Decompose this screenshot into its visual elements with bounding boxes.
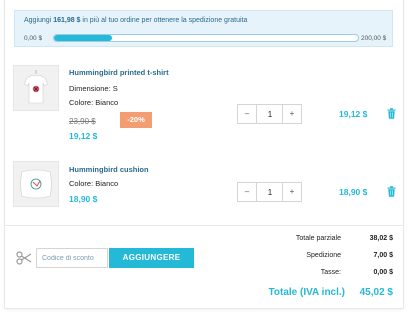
line-total: 19,12 $ [339,109,368,119]
progress-min-label: 0,00 $ [24,35,43,42]
progress-max-label: 200,00 $ [361,35,387,42]
free-shipping-prefix: Aggiungi [24,17,54,24]
divider [5,225,403,226]
shipping-label: Spedizione [306,252,341,259]
unit-price: 19,12 $ [69,131,98,141]
tax-label: Tasse: [320,269,341,276]
free-shipping-progress-bar [53,34,359,42]
promo-code-input[interactable] [36,248,108,268]
tshirt-icon [14,66,58,110]
regular-price: 23,90 $ [69,117,96,126]
product-color: Colore: Bianco [69,179,119,188]
trash-icon[interactable] [387,186,396,197]
quantity-decrease-button[interactable]: – [238,183,257,201]
quantity-input[interactable] [257,105,283,123]
product-name-link[interactable]: Hummingbird cushion [69,165,149,174]
cushion-icon [14,162,58,206]
free-shipping-suffix: in più al tuo ordine per ottenere la spe… [80,17,248,24]
product-size: Dimensione: S [69,84,118,93]
quantity-input[interactable] [257,183,283,201]
free-shipping-message: Aggiungi 161,98 $ in più al tuo ordine p… [24,17,247,24]
product-color: Colore: Bianco [69,98,119,107]
grand-total-value: 45,02 $ [359,287,393,298]
product-name-link[interactable]: Hummingbird printed t-shirt [69,68,169,77]
scissors-icon [16,251,32,265]
tshirt-product-image[interactable] [13,65,59,111]
subtotal-value: 38,02 $ [369,235,393,242]
free-shipping-banner: Aggiungi 161,98 $ in più al tuo ordine p… [14,10,393,47]
quantity-decrease-button[interactable]: – [238,105,257,123]
cart-line-item: Hummingbird printed t-shirt Dimensione: … [5,60,403,154]
tax-value: 0,00 $ [373,269,393,276]
free-shipping-amount: 161,98 $ [53,17,81,24]
cushion-product-image[interactable] [13,161,59,207]
quantity-increase-button[interactable]: + [282,183,301,201]
shipping-value: 7,00 $ [373,252,393,259]
grand-total-label: Totale (IVA incl.) [268,287,345,298]
line-total: 18,90 $ [339,187,368,197]
cart-panel: Aggiungi 161,98 $ in più al tuo ordine p… [4,0,404,309]
discount-badge: -20% [120,112,152,128]
cart-line-item: Hummingbird cushion Colore: Bianco 18,90… [5,158,403,218]
subtotal-label: Totale parziale [295,235,341,242]
quantity-stepper: – + [237,104,302,124]
trash-icon[interactable] [387,108,396,119]
unit-price: 18,90 $ [69,194,98,204]
quantity-stepper: – + [237,182,302,202]
progress-bar-fill [54,35,112,41]
quantity-increase-button[interactable]: + [282,105,301,123]
apply-promo-button[interactable]: AGGIUNGERE [109,248,194,268]
